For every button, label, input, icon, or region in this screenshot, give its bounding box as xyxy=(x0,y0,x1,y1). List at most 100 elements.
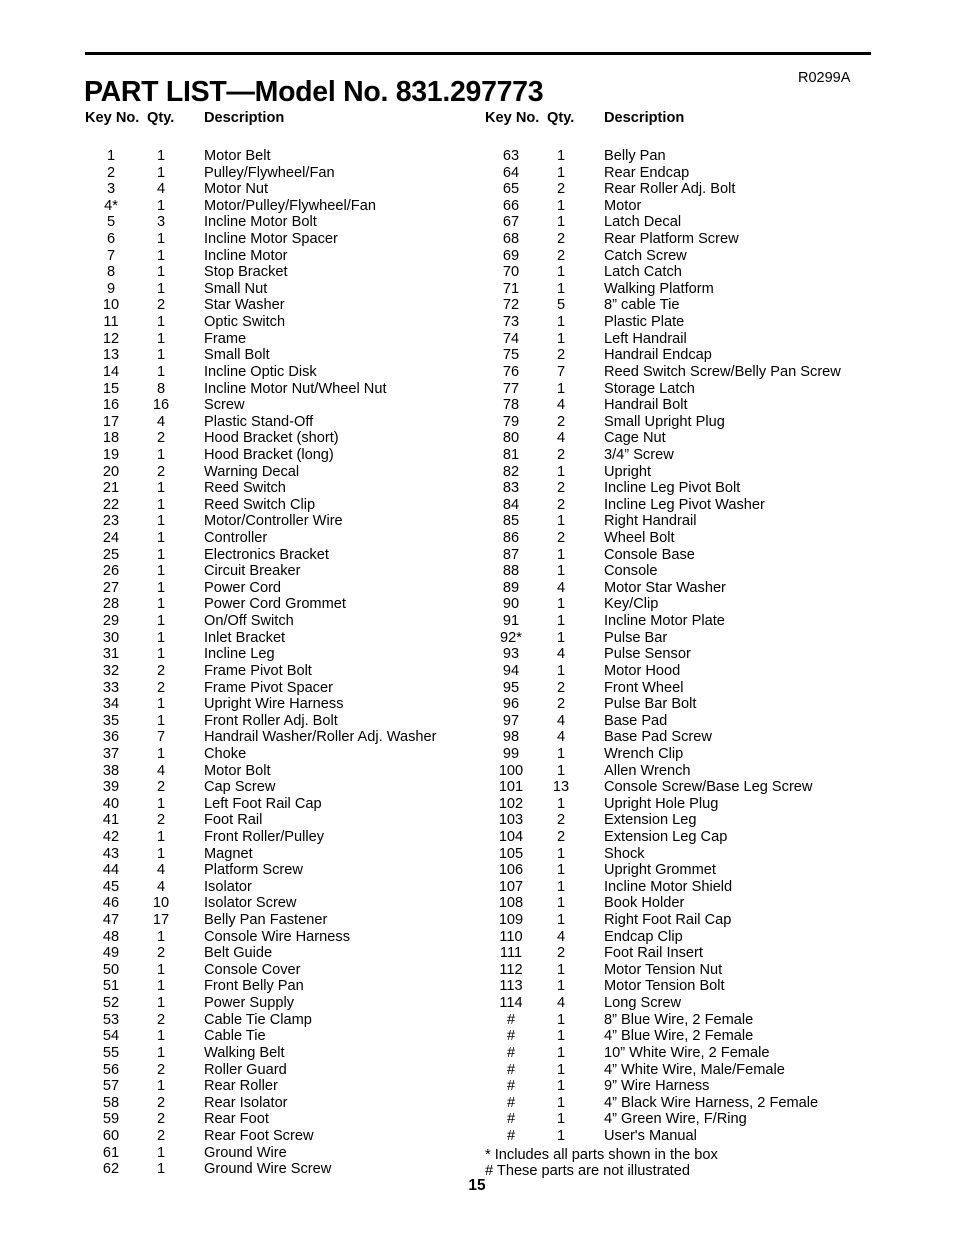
part-key-number: 67 xyxy=(502,214,520,231)
part-description: Right Handrail xyxy=(604,513,697,530)
table-row: 6 1 Incline Motor Spacer xyxy=(85,231,485,248)
part-description: 4” Black Wire Harness, 2 Female xyxy=(604,1094,819,1111)
part-key-number: 109 xyxy=(498,912,524,929)
part-quantity: 2 xyxy=(156,463,166,480)
table-row: 105 1 Shock xyxy=(485,846,885,863)
part-description: Base Pad Screw xyxy=(604,729,712,746)
part-key-number: # xyxy=(506,1044,516,1061)
part-description: Key/Clip xyxy=(604,596,659,613)
part-description: Incline Leg xyxy=(204,646,275,663)
part-description: Pulley/Flywheel/Fan xyxy=(204,164,335,181)
part-description: Walking Belt xyxy=(204,1044,285,1061)
part-quantity: 4 xyxy=(556,712,566,729)
part-description: Choke xyxy=(204,745,247,762)
table-row: 49 2 Belt Guide xyxy=(85,945,485,962)
part-quantity: 1 xyxy=(156,978,166,995)
table-row: 53 2 Cable Tie Clamp xyxy=(85,1012,485,1029)
part-key-number: 32 xyxy=(102,662,120,679)
table-row: 44 4 Platform Screw xyxy=(85,862,485,879)
table-row: 7 1 Incline Motor xyxy=(85,248,485,265)
part-description: Controller xyxy=(204,530,268,547)
table-row: 17 4 Plastic Stand-Off xyxy=(85,414,485,431)
part-key-number: 14 xyxy=(102,363,120,380)
part-key-number: 10 xyxy=(102,297,120,314)
part-key-number: # xyxy=(506,1111,516,1128)
part-quantity: 1 xyxy=(556,197,566,214)
part-quantity: 1 xyxy=(156,480,166,497)
table-row: 20 2 Warning Decal xyxy=(85,464,485,481)
part-description: Endcap Clip xyxy=(604,928,683,945)
part-description: 8” Blue Wire, 2 Female xyxy=(604,1011,754,1028)
table-row: 104 2 Extension Leg Cap xyxy=(485,829,885,846)
part-key-number: 8 xyxy=(106,264,116,281)
table-row: 51 1 Front Belly Pan xyxy=(85,978,485,995)
table-row: 75 2 Handrail Endcap xyxy=(485,347,885,364)
table-row: 48 1 Console Wire Harness xyxy=(85,929,485,946)
part-key-number: 17 xyxy=(102,413,120,430)
part-description: Small Nut xyxy=(204,280,268,297)
part-quantity: 2 xyxy=(156,679,166,696)
table-row: 23 1 Motor/Controller Wire xyxy=(85,513,485,530)
part-description: Rear Roller xyxy=(204,1078,278,1095)
part-key-number: 11 xyxy=(103,314,119,331)
part-description: Extension Leg Cap xyxy=(604,828,728,845)
table-row: 76 7 Reed Switch Screw/Belly Pan Screw xyxy=(485,364,885,381)
column-header-qty: Qty. xyxy=(147,110,175,126)
table-row: 113 1 Motor Tension Bolt xyxy=(485,978,885,995)
parts-list-left: 1 1 Motor Belt 2 1 Pulley/Flywheel/Fan 3 4 Motor… xyxy=(85,148,485,1178)
part-key-number: 53 xyxy=(102,1011,120,1028)
part-key-number: 45 xyxy=(102,878,120,895)
part-key-number: 60 xyxy=(102,1127,120,1144)
part-key-number: 55 xyxy=(102,1044,120,1061)
part-quantity: 2 xyxy=(556,231,566,248)
part-key-number: 31 xyxy=(102,646,120,663)
table-row: 59 2 Rear Foot xyxy=(85,1111,485,1128)
part-description: 4” Blue Wire, 2 Female xyxy=(604,1028,754,1045)
part-quantity: 1 xyxy=(156,845,166,862)
table-row: 87 1 Console Base xyxy=(485,547,885,564)
part-quantity: 1 xyxy=(556,795,566,812)
part-key-number: 30 xyxy=(102,629,120,646)
table-row: 12 1 Frame xyxy=(85,331,485,348)
part-quantity: 1 xyxy=(556,961,566,978)
table-row: 57 1 Rear Roller xyxy=(85,1078,485,1095)
page-title: PART LIST—Model No. 831.297773 xyxy=(84,76,544,109)
table-row: 107 1 Incline Motor Shield xyxy=(485,879,885,896)
part-description: Power Supply xyxy=(204,995,295,1012)
table-row: 86 2 Wheel Bolt xyxy=(485,530,885,547)
part-key-number: 91 xyxy=(502,613,520,630)
table-row: 58 2 Rear Isolator xyxy=(85,1095,485,1112)
part-description: Reed Switch Screw/Belly Pan Screw xyxy=(604,363,841,380)
part-quantity: 1 xyxy=(556,314,566,331)
part-description: Wrench Clip xyxy=(604,745,684,762)
part-key-number: 71 xyxy=(502,280,520,297)
table-row: 66 1 Motor xyxy=(485,198,885,215)
part-description: Motor Hood xyxy=(604,662,681,679)
table-row: 8 1 Stop Bracket xyxy=(85,264,485,281)
part-quantity: 2 xyxy=(156,297,166,314)
part-description: Belly Pan xyxy=(604,148,666,164)
part-description: Allen Wrench xyxy=(604,762,691,779)
table-row: #1 9” Wire Harness xyxy=(485,1078,885,1095)
table-row: 21 1 Reed Switch xyxy=(85,480,485,497)
table-row: 29 1 On/Off Switch xyxy=(85,613,485,630)
part-quantity: 1 xyxy=(156,330,166,347)
table-row: #1 10” White Wire, 2 Female xyxy=(485,1045,885,1062)
part-description: 4” Green Wire, F/Ring xyxy=(604,1111,747,1128)
part-description: Incline Leg Pivot Bolt xyxy=(604,480,741,497)
part-description: Warning Decal xyxy=(204,463,300,480)
part-quantity: 1 xyxy=(556,513,566,530)
part-quantity: 1 xyxy=(556,762,566,779)
column-header-right: Key No. Qty. Description xyxy=(485,110,885,136)
part-key-number: 16 xyxy=(102,397,120,414)
part-description: Rear Foot xyxy=(204,1111,269,1128)
part-description: Incline Motor Spacer xyxy=(204,231,338,248)
table-row: 25 1 Electronics Bracket xyxy=(85,547,485,564)
part-quantity: 1 xyxy=(156,496,166,513)
part-quantity: 2 xyxy=(156,1111,166,1128)
part-quantity: 1 xyxy=(556,878,566,895)
part-description: Frame Pivot Bolt xyxy=(204,662,312,679)
table-row: 98 4 Base Pad Screw xyxy=(485,729,885,746)
part-key-number: 43 xyxy=(102,845,120,862)
table-row: 84 2 Incline Leg Pivot Washer xyxy=(485,497,885,514)
